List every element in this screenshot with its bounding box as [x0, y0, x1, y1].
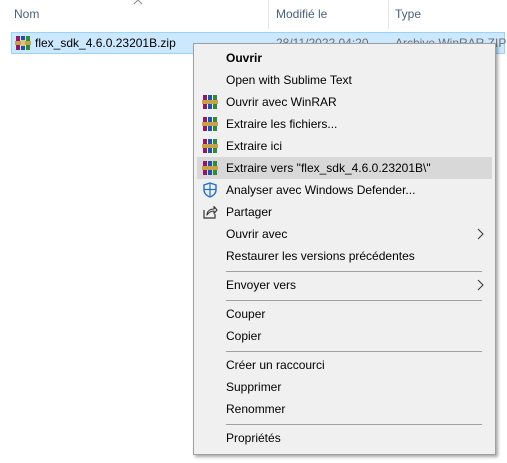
chevron-right-icon	[477, 228, 484, 240]
menu-separator	[226, 424, 482, 425]
menu-item-restore-versions[interactable]: Restaurer les versions précédentes	[197, 245, 492, 267]
menu-item-create-shortcut[interactable]: Créer un raccourci	[197, 354, 492, 376]
menu-item-open[interactable]: Ouvrir	[197, 47, 492, 69]
menu-item-label: Open with Sublime Text	[226, 73, 352, 87]
menu-item-extract-here[interactable]: Extraire ici	[197, 135, 492, 157]
winrar-icon	[202, 161, 218, 175]
menu-separator	[226, 300, 482, 301]
chevron-right-icon	[477, 279, 484, 291]
menu-item-cut[interactable]: Couper	[197, 303, 492, 325]
menu-item-open-with[interactable]: Ouvrir avec	[197, 223, 492, 245]
winrar-archive-icon	[15, 36, 31, 50]
menu-item-delete[interactable]: Supprimer	[197, 376, 492, 398]
menu-item-label: Partager	[226, 205, 273, 219]
context-menu: Ouvrir Open with Sublime Text Ouvrir ave…	[193, 43, 496, 455]
menu-item-open-sublime[interactable]: Open with Sublime Text	[197, 69, 492, 91]
menu-item-share[interactable]: Partager	[197, 201, 492, 223]
menu-item-label: Ouvrir avec	[226, 227, 288, 241]
menu-item-label: Propriétés	[226, 431, 281, 445]
menu-item-scan-defender[interactable]: Analyser avec Windows Defender...	[197, 179, 492, 201]
menu-item-extract-files[interactable]: Extraire les fichiers...	[197, 113, 492, 135]
menu-item-label: Couper	[226, 307, 266, 321]
menu-item-label: Extraire vers "flex_sdk_4.6.0.23201B\"	[226, 161, 431, 175]
menu-item-label: Supprimer	[226, 380, 282, 394]
share-icon	[203, 205, 218, 219]
menu-separator	[226, 351, 482, 352]
menu-item-label: Extraire les fichiers...	[226, 117, 338, 131]
winrar-icon	[202, 117, 218, 131]
menu-separator	[226, 271, 482, 272]
sort-ascending-icon	[133, 0, 143, 5]
column-divider[interactable]	[268, 0, 269, 29]
menu-item-copy[interactable]: Copier	[197, 325, 492, 347]
menu-item-label: Restaurer les versions précédentes	[226, 249, 415, 263]
winrar-icon	[202, 139, 218, 153]
column-name[interactable]: Nom	[14, 0, 39, 29]
column-divider[interactable]	[388, 0, 389, 29]
column-type[interactable]: Type	[395, 0, 421, 29]
menu-item-extract-to[interactable]: Extraire vers "flex_sdk_4.6.0.23201B\"	[197, 157, 492, 179]
menu-item-label: Analyser avec Windows Defender...	[226, 183, 416, 197]
windows-defender-shield-icon	[203, 182, 217, 198]
menu-item-label: Ouvrir avec WinRAR	[226, 95, 337, 109]
menu-item-label: Extraire ici	[226, 139, 283, 153]
menu-item-rename[interactable]: Renommer	[197, 398, 492, 420]
file-name: flex_sdk_4.6.0.23201B.zip	[35, 36, 176, 50]
menu-item-send-to[interactable]: Envoyer vers	[197, 274, 492, 296]
column-modified[interactable]: Modifié le	[276, 0, 327, 29]
winrar-icon	[202, 95, 218, 109]
column-header: Nom Modifié le Type	[0, 0, 507, 29]
menu-item-label: Renommer	[226, 402, 286, 416]
menu-item-label: Créer un raccourci	[226, 358, 325, 372]
menu-item-properties[interactable]: Propriétés	[197, 427, 492, 449]
menu-item-label: Copier	[226, 329, 262, 343]
menu-item-label: Envoyer vers	[226, 278, 297, 292]
menu-item-open-winrar[interactable]: Ouvrir avec WinRAR	[197, 91, 492, 113]
menu-item-label: Ouvrir	[226, 51, 263, 65]
